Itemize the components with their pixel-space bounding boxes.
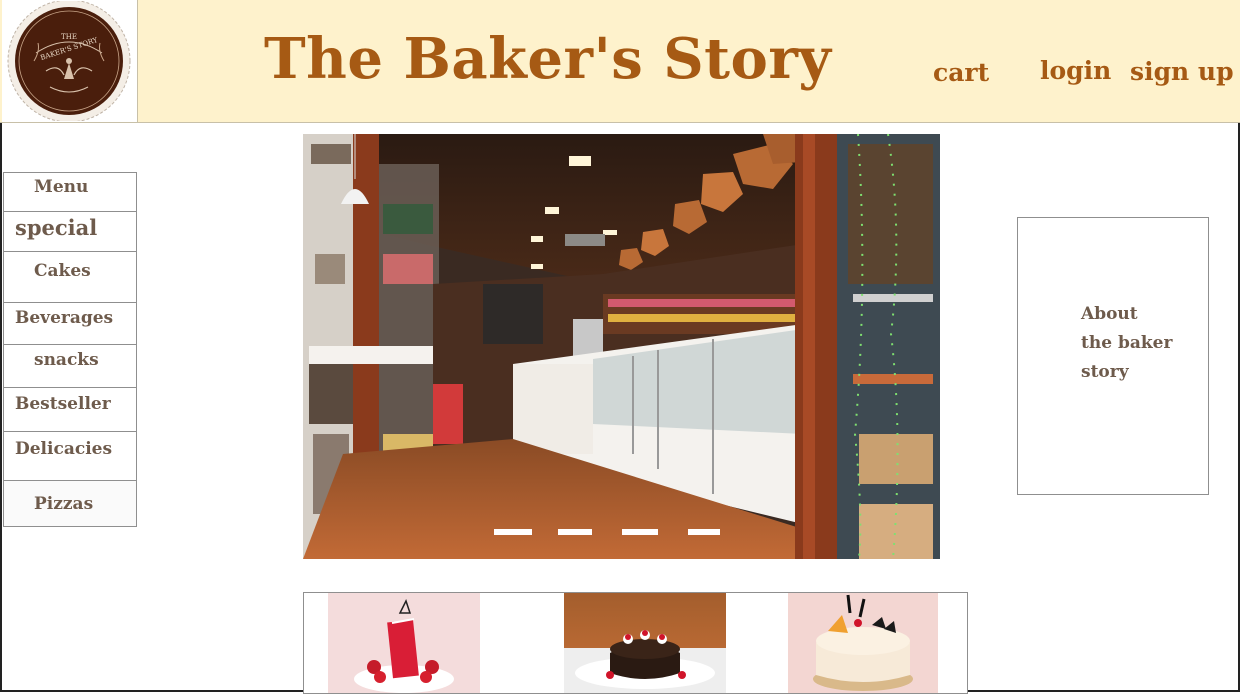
carousel-dot[interactable] (622, 529, 658, 535)
carousel-dot[interactable] (494, 529, 532, 535)
sidebar-menu: Menu special Cakes Beverages snacks Best… (3, 172, 137, 527)
bakery-interior-image (303, 134, 940, 559)
sidebar-item-delicacies[interactable]: Delicacies (3, 432, 137, 481)
sidebar-item-label: Bestseller (15, 394, 111, 414)
sidebar-item-label: Delicacies (15, 439, 113, 459)
site-header: THE BAKER'S STORY The Baker's Story cart… (0, 0, 1240, 123)
fruit-cake-image (788, 593, 938, 693)
cart-link[interactable]: cart (933, 58, 989, 87)
sidebar-item-snacks[interactable]: snacks (3, 345, 137, 388)
site-title: The Baker's Story (264, 26, 832, 92)
sidebar-item-cakes[interactable]: Cakes (3, 252, 137, 303)
sidebar-item-bestseller[interactable]: Bestseller (3, 388, 137, 432)
sidebar-item-menu[interactable]: Menu (3, 172, 137, 212)
logo-badge-icon: THE BAKER'S STORY (7, 1, 131, 121)
sidebar-item-pizzas[interactable]: Pizzas (3, 481, 137, 527)
hero-carousel[interactable] (303, 134, 940, 559)
sidebar-item-label: Pizzas (34, 494, 94, 514)
black-forest-cake-image (564, 593, 726, 693)
product-thumb-red-velvet[interactable] (328, 593, 480, 693)
sidebar-item-special[interactable]: special (3, 212, 137, 252)
sidebar-item-label: Menu (34, 177, 89, 197)
logo-text-top: THE (61, 33, 77, 41)
login-link[interactable]: login (1040, 56, 1111, 85)
sidebar-item-beverages[interactable]: Beverages (3, 303, 137, 345)
red-velvet-cake-image (328, 593, 480, 693)
about-text: About the baker story (1081, 304, 1173, 382)
product-thumb-fruit-cake[interactable] (788, 593, 938, 693)
sidebar-item-label: Beverages (15, 308, 114, 328)
product-thumbnails (303, 592, 968, 694)
carousel-dot[interactable] (688, 529, 720, 535)
signup-link[interactable]: sign up (1130, 57, 1234, 86)
about-panel[interactable]: About the baker story (1017, 217, 1209, 495)
sidebar-item-label: snacks (34, 350, 99, 370)
sidebar-item-label: special (15, 215, 98, 240)
product-thumb-black-forest[interactable] (564, 593, 726, 693)
logo[interactable]: THE BAKER'S STORY (2, 0, 138, 122)
carousel-dot[interactable] (558, 529, 592, 535)
sidebar-item-label: Cakes (34, 261, 91, 281)
